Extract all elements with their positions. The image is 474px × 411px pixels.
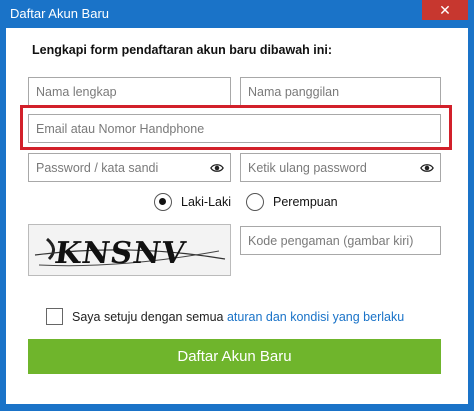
password-input[interactable] xyxy=(29,154,230,181)
email-phone-input[interactable] xyxy=(29,115,440,142)
close-button[interactable]: ✕ xyxy=(422,0,468,20)
eye-icon[interactable] xyxy=(420,161,434,175)
submit-button[interactable]: Daftar Akun Baru xyxy=(28,339,441,374)
captcha-input[interactable] xyxy=(241,227,440,254)
title-bar: Daftar Akun Baru ✕ xyxy=(0,0,474,28)
full-name-input[interactable] xyxy=(29,78,230,105)
password-repeat-input[interactable] xyxy=(241,154,440,181)
gender-male-radio[interactable] xyxy=(154,193,172,211)
eye-icon[interactable] xyxy=(210,161,224,175)
agree-text: Saya setuju dengan semua aturan dan kond… xyxy=(72,310,404,324)
password-field[interactable] xyxy=(28,153,231,182)
captcha-graphic: KNSNV xyxy=(29,225,230,275)
form-heading: Lengkapi form pendaftaran akun baru diba… xyxy=(32,43,333,57)
agree-checkbox[interactable] xyxy=(46,308,63,325)
captcha-text: KNSNV xyxy=(53,236,189,271)
gender-male-option[interactable]: Laki-Laki xyxy=(154,193,231,211)
terms-link[interactable]: aturan dan kondisi yang berlaku xyxy=(227,310,404,324)
agree-prefix: Saya setuju dengan semua xyxy=(72,310,227,324)
nickname-field[interactable] xyxy=(240,77,441,106)
password-repeat-field[interactable] xyxy=(240,153,441,182)
captcha-field[interactable] xyxy=(240,226,441,255)
email-phone-field[interactable] xyxy=(28,114,441,143)
captcha-image: KNSNV xyxy=(28,224,231,276)
gender-male-label: Laki-Laki xyxy=(181,195,232,209)
gender-female-option[interactable]: Perempuan xyxy=(246,193,338,211)
gender-female-radio[interactable] xyxy=(246,193,264,211)
nickname-input[interactable] xyxy=(241,78,440,105)
gender-female-label: Perempuan xyxy=(273,195,338,209)
close-icon: ✕ xyxy=(439,2,451,18)
full-name-field[interactable] xyxy=(28,77,231,106)
window-title: Daftar Akun Baru xyxy=(10,6,109,21)
